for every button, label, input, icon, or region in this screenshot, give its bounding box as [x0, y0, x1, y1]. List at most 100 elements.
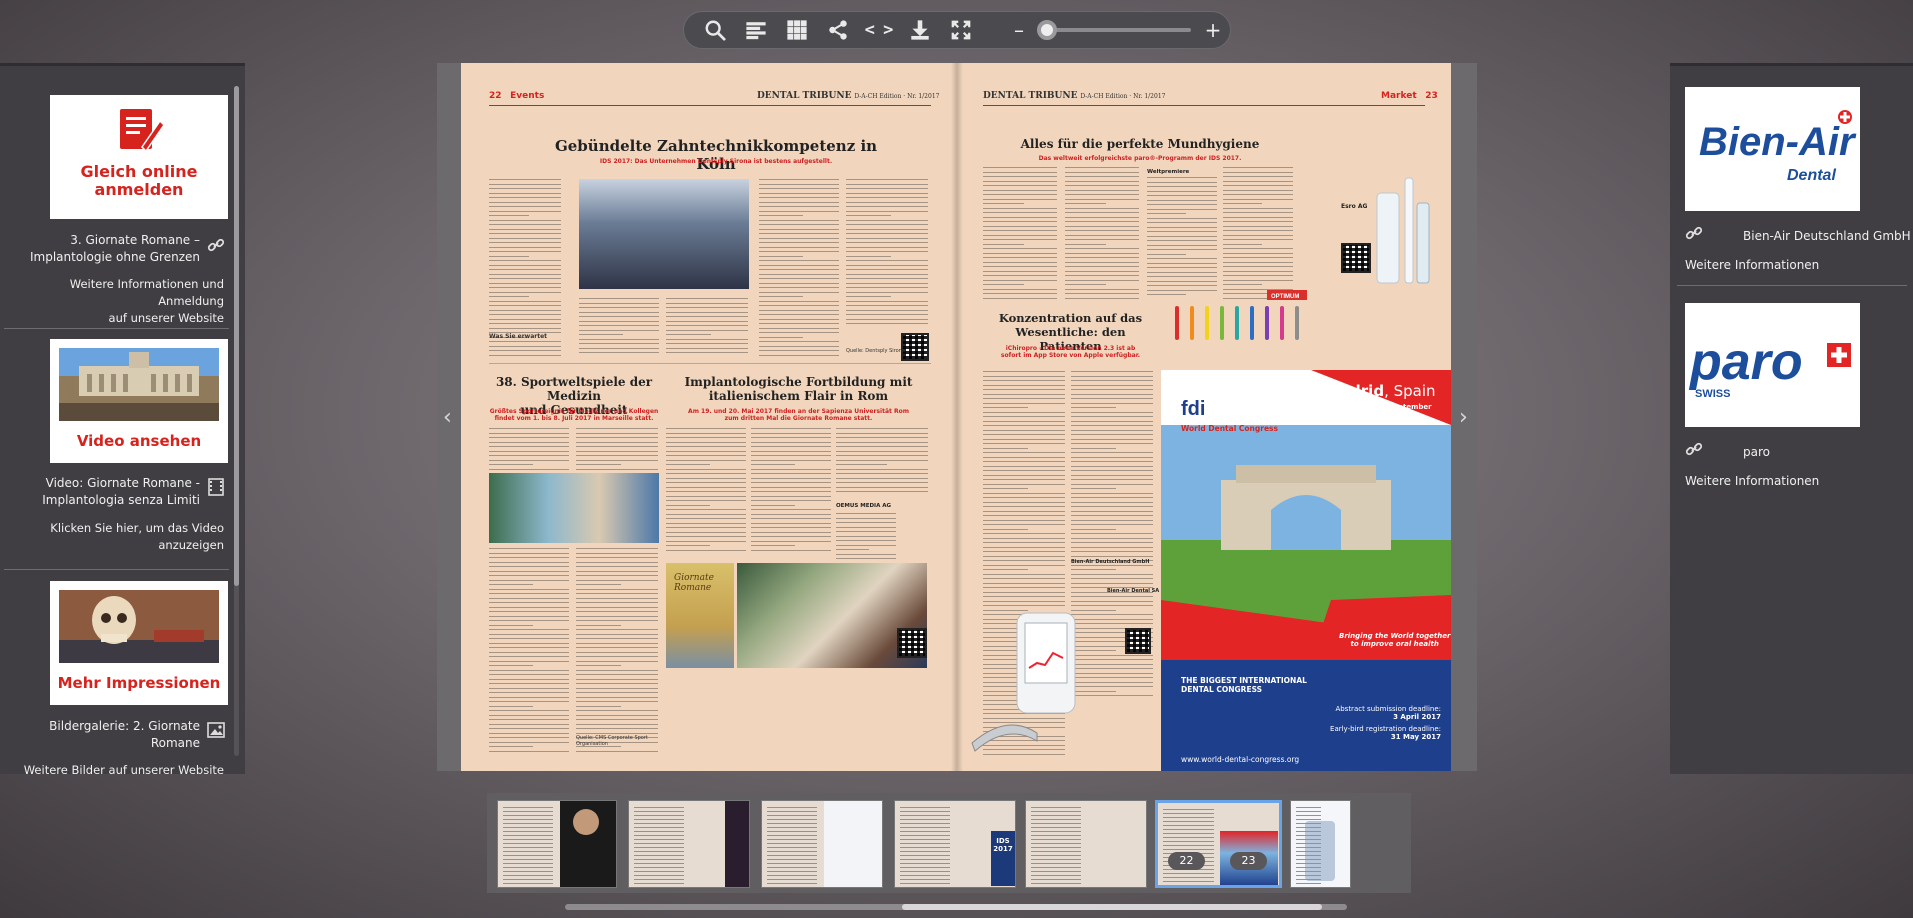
- text-line: [1071, 447, 1117, 449]
- link-icon[interactable]: [1685, 440, 1703, 458]
- text-line: [836, 544, 896, 546]
- book-title: Giornate Romane: [674, 573, 714, 593]
- text-line: [1223, 234, 1293, 236]
- bien-air-logo-card[interactable]: Bien-Air Dental: [1685, 87, 1860, 211]
- thumbnail-text-line: [1031, 831, 1082, 832]
- text-line: [666, 446, 746, 447]
- bien-air-logo-sub: Dental: [1787, 167, 1836, 184]
- toc-icon[interactable]: [735, 15, 776, 45]
- page-22[interactable]: 22 Events DENTAL TRIBUNE D-A-CH Edition …: [461, 63, 957, 771]
- thumbnail-text-line: [634, 843, 685, 844]
- image-icon[interactable]: [207, 721, 225, 739]
- thumbnail-scrollbar-thumb[interactable]: [902, 904, 1322, 910]
- paro-logo-card[interactable]: paro SWISS: [1685, 303, 1860, 427]
- page-23[interactable]: DENTAL TRIBUNE D-A-CH Edition · Nr. 1/20…: [957, 63, 1451, 771]
- text-line: [1065, 248, 1139, 249]
- text-column: [489, 179, 561, 359]
- text-line: [576, 464, 622, 465]
- trade-fair-photo: [579, 179, 749, 289]
- page-gutter: [951, 63, 963, 771]
- thumbnail-pages-14-15[interactable]: [628, 800, 750, 888]
- text-line: [576, 606, 658, 608]
- text-line: [983, 371, 1065, 372]
- thumbnail-pages-18-19[interactable]: IDS 2017: [894, 800, 1016, 888]
- text-line: [983, 429, 1065, 431]
- zoom-out-button[interactable]: –: [1005, 15, 1033, 45]
- ad-url[interactable]: www.world-dental-congress.org: [1181, 755, 1299, 764]
- thumbnail-text-line: [634, 851, 685, 852]
- link-icon[interactable]: [207, 236, 225, 254]
- thumbnail-text-line: [1031, 823, 1082, 824]
- text-line: [983, 420, 1065, 422]
- thumbnail-pages-12-13[interactable]: [497, 800, 617, 888]
- paro-more-info-link[interactable]: Weitere Informationen: [1685, 474, 1819, 488]
- thumbnail-text-line: [1296, 879, 1321, 880]
- thumbnail-pages-22-23[interactable]: [1155, 800, 1282, 888]
- ad-deadlines: Abstract submission deadline: 3 April 20…: [1330, 705, 1441, 741]
- text-line: [759, 210, 839, 212]
- thumbnail-text-line: [1031, 851, 1082, 852]
- zoom-in-button[interactable]: +: [1199, 15, 1227, 45]
- previous-page-arrow[interactable]: ‹: [443, 405, 452, 430]
- text-line: [576, 584, 622, 585]
- watch-video-button[interactable]: Video ansehen: [50, 339, 228, 463]
- item-link-gallery[interactable]: Weitere Bilder auf unserer Website: [8, 762, 224, 774]
- text-line: [489, 665, 533, 666]
- share-icon[interactable]: [817, 15, 858, 45]
- text-line: [576, 450, 658, 452]
- video-icon[interactable]: [207, 478, 225, 496]
- text-column: [1223, 167, 1293, 302]
- text-line: [1065, 212, 1139, 213]
- text-line: [759, 278, 839, 279]
- search-icon[interactable]: [694, 15, 735, 45]
- text-line: [489, 183, 561, 185]
- item-link-giornate[interactable]: Weitere Informationen und Anmeldung auf …: [8, 276, 224, 327]
- register-online-button[interactable]: Gleich online anmelden: [50, 95, 228, 219]
- text-line: [759, 233, 839, 234]
- thumbnail-pages-16-17[interactable]: [761, 800, 883, 888]
- download-icon[interactable]: [899, 15, 940, 45]
- text-line: [1223, 171, 1293, 173]
- text-line: [489, 678, 569, 680]
- text-line: [983, 524, 1065, 525]
- thumbnail-text-line: [1296, 847, 1321, 848]
- text-line: [489, 579, 569, 581]
- text-line: [576, 710, 658, 711]
- text-line: [489, 459, 569, 461]
- sport-photo-collage: [489, 473, 659, 543]
- left-panel-scrollbar-thumb[interactable]: [234, 86, 239, 586]
- text-line: [576, 432, 658, 434]
- more-impressions-button[interactable]: Mehr Impressionen: [50, 581, 228, 705]
- text-line: [759, 336, 803, 338]
- embed-icon[interactable]: < >: [858, 15, 899, 45]
- grid-icon[interactable]: [776, 15, 817, 45]
- item-link-video[interactable]: Klicken Sie hier, um das Video anzuzeige…: [8, 520, 224, 554]
- text-line: [489, 441, 569, 443]
- thumbnail-scrollbar[interactable]: [565, 904, 1347, 910]
- next-page-arrow[interactable]: ›: [1459, 405, 1468, 430]
- fullscreen-icon[interactable]: [940, 15, 981, 45]
- bien-air-more-info-link[interactable]: Weitere Informationen: [1685, 258, 1819, 272]
- register-online-label-1: Gleich online: [80, 162, 198, 181]
- fdi-congress-ad[interactable]: fdi World Dental Congress Madrid, Spain …: [1161, 370, 1451, 771]
- thumbnail-pages-20-21[interactable]: [1025, 800, 1147, 888]
- thumbnail-page-24[interactable]: [1290, 800, 1351, 888]
- left-panel-scrollbar[interactable]: [234, 86, 239, 756]
- text-line: [983, 488, 1029, 489]
- text-line: [666, 477, 746, 479]
- zoom-slider-knob[interactable]: [1037, 20, 1057, 40]
- thumbnail-text-line: [1296, 843, 1321, 844]
- text-line: [846, 201, 928, 203]
- text-line: [1223, 180, 1293, 182]
- text-line: [576, 624, 622, 626]
- zoom-slider[interactable]: [1037, 20, 1191, 40]
- text-line: [759, 269, 839, 270]
- text-line: [751, 504, 795, 506]
- text-line: [759, 323, 839, 324]
- article-headline: Gebündelte Zahntechnikkompetenz in Köln: [554, 137, 878, 173]
- link-icon[interactable]: [1685, 224, 1703, 242]
- text-line: [751, 545, 795, 546]
- text-line: [836, 558, 896, 559]
- text-line: [579, 338, 659, 340]
- text-line: [1223, 167, 1293, 168]
